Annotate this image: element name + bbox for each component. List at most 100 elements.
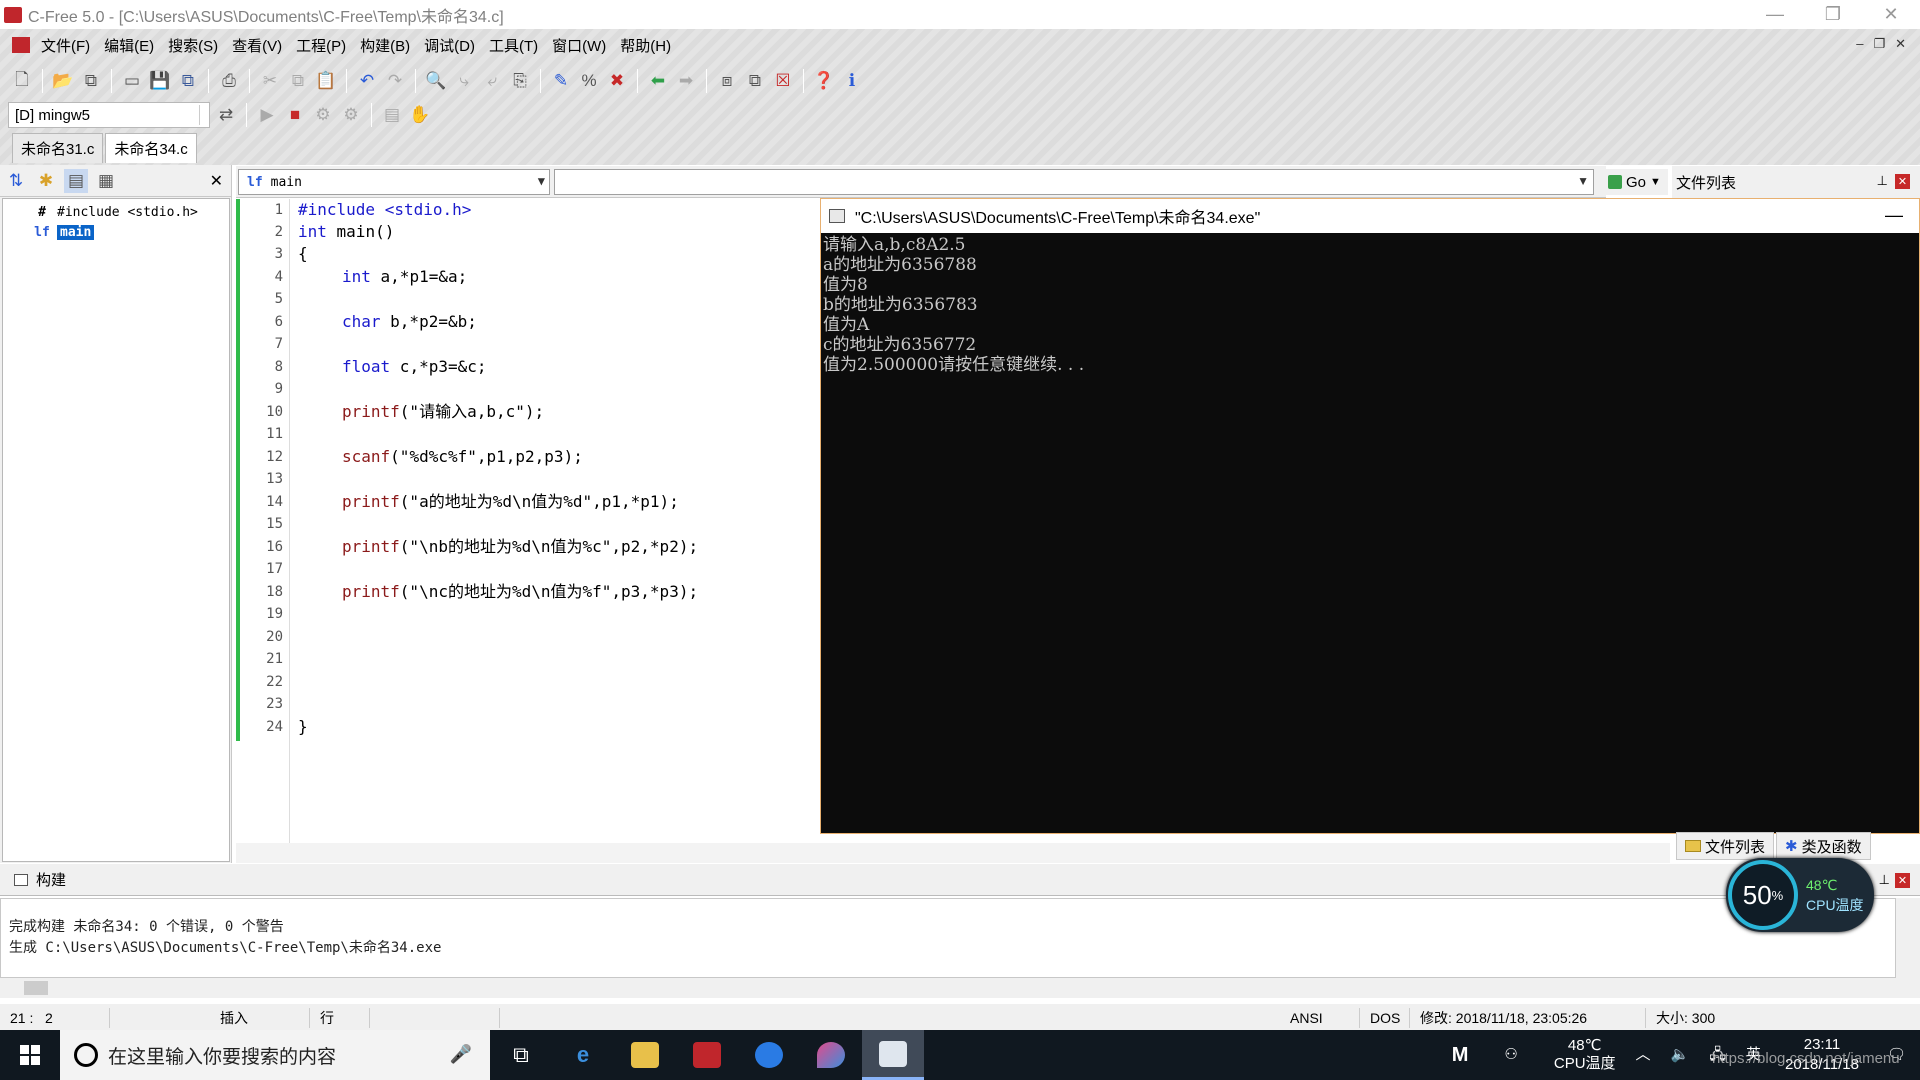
kugou-icon[interactable]	[738, 1030, 800, 1080]
redo-icon[interactable]: ↷	[383, 69, 407, 93]
pin-icon[interactable]: ⊥	[1879, 872, 1890, 888]
tree-item-include[interactable]: # #include <stdio.h>	[33, 203, 198, 221]
print-icon[interactable]: ⎙	[217, 69, 241, 93]
tab-classes-functions[interactable]: ✱ 类及函数	[1776, 832, 1871, 860]
back-icon[interactable]: ⬅	[646, 69, 670, 93]
remove-bookmark-icon[interactable]: ✖	[605, 69, 629, 93]
console-window[interactable]: "C:\Users\ASUS\Documents\C-Free\Temp\未命名…	[820, 198, 1920, 834]
code-text: a,*p1=&a;	[370, 267, 468, 286]
minimize-icon[interactable]: —	[1746, 0, 1804, 29]
class-view-icon[interactable]: ✱	[34, 169, 58, 193]
start-button[interactable]	[0, 1030, 60, 1080]
menu-file[interactable]: 文件(F)	[34, 35, 97, 56]
window-tile-icon[interactable]: ⧈	[715, 69, 739, 93]
new-file-icon[interactable]: 🗋	[10, 69, 34, 93]
find-next-icon[interactable]: ⤷	[452, 69, 476, 93]
close-window-icon[interactable]: ☒	[771, 69, 795, 93]
rebuild-icon[interactable]: ⚙	[339, 103, 363, 127]
save-icon[interactable]: 💾	[148, 69, 172, 93]
editor-horizontal-scrollbar[interactable]	[236, 843, 1670, 863]
undo-icon[interactable]: ↶	[355, 69, 379, 93]
mdi-close-icon[interactable]: ✕	[1895, 36, 1906, 52]
filelist-header: 文件列表 ⊥ ✕	[1672, 166, 1920, 198]
open-folder-icon[interactable]: 📂	[51, 69, 75, 93]
tree-item-main[interactable]: lf main	[33, 223, 95, 241]
menu-project[interactable]: 工程(P)	[289, 35, 353, 56]
cpu-widget[interactable]: 50% 48℃ CPU温度	[1726, 858, 1874, 932]
console-line: b的地址为6356783	[823, 295, 978, 315]
window-cascade-icon[interactable]: ⧉	[743, 69, 767, 93]
console-taskbar-icon[interactable]	[862, 1030, 924, 1080]
debug-icon[interactable]: ▤	[380, 103, 404, 127]
paint-icon[interactable]	[800, 1030, 862, 1080]
open-project-icon[interactable]: ⧉	[79, 69, 103, 93]
menu-build[interactable]: 构建(B)	[353, 35, 417, 56]
menu-search[interactable]: 搜索(S)	[161, 35, 225, 56]
stop-icon[interactable]: ■	[283, 103, 307, 127]
menu-debug[interactable]: 调试(D)	[417, 35, 482, 56]
compiler-config-icon[interactable]: ⇄	[214, 103, 238, 127]
paste-icon[interactable]: 📋	[314, 69, 338, 93]
hand-icon[interactable]: ✋	[408, 103, 432, 127]
menu-window[interactable]: 窗口(W)	[545, 35, 613, 56]
member-combo[interactable]: ▼	[554, 169, 1594, 195]
doc-icon[interactable]	[12, 37, 30, 53]
forward-icon[interactable]: ➡	[674, 69, 698, 93]
code-line: #include <stdio.h>	[298, 200, 472, 219]
code-editor[interactable]: 1 2 3 4 5 6 7 8 9 10 11 12 13 14 15 16 1…	[236, 199, 820, 843]
find-icon[interactable]: 🔍	[424, 69, 448, 93]
go-button[interactable]: Go ▼	[1602, 169, 1668, 195]
microphone-icon[interactable]: 🎤	[450, 1044, 472, 1065]
volume-icon[interactable]: 🔈	[1661, 1046, 1700, 1064]
run-icon[interactable]: ▶	[255, 103, 279, 127]
tray-temp[interactable]: 48℃ CPU温度	[1544, 1037, 1626, 1073]
build-vertical-scrollbar[interactable]	[1896, 898, 1920, 978]
tray-temp-label: CPU温度	[1553, 1055, 1616, 1072]
menu-help[interactable]: 帮助(H)	[613, 35, 678, 56]
format-icon[interactable]: ✎	[549, 69, 573, 93]
restore-icon[interactable]: ❐	[1804, 0, 1862, 29]
copy-icon[interactable]: ⧉	[286, 69, 310, 93]
tab-file-34[interactable]: 未命名34.c	[105, 133, 197, 163]
chevron-up-icon[interactable]: ︿	[1626, 1046, 1661, 1064]
list-view-icon[interactable]: ▤	[64, 168, 88, 193]
find-prev-icon[interactable]: ⤶	[480, 69, 504, 93]
file-explorer-icon[interactable]	[614, 1030, 676, 1080]
menu-tools[interactable]: 工具(T)	[482, 35, 545, 56]
mdi-minimize-icon[interactable]: –	[1856, 36, 1863, 52]
bookmark-icon[interactable]: %	[577, 69, 601, 93]
properties-icon[interactable]: ▦	[94, 169, 118, 193]
help-icon[interactable]: ❓	[812, 69, 836, 93]
function-combo[interactable]: lf main ▼	[238, 169, 550, 195]
search-input[interactable]: 在这里输入你要搜索的内容 🎤	[60, 1030, 490, 1080]
find-in-files-icon[interactable]: ⎘	[508, 69, 532, 93]
sort-icon[interactable]: ⇅	[4, 169, 28, 193]
minimize-icon[interactable]: —	[1885, 205, 1903, 226]
save-all-icon[interactable]: ⧉	[176, 69, 200, 93]
build-horizontal-scrollbar[interactable]	[0, 978, 1920, 998]
close-icon[interactable]: ✕	[1895, 174, 1910, 189]
info-icon[interactable]: ℹ	[840, 69, 864, 93]
cut-icon[interactable]: ✂	[258, 69, 282, 93]
pin-icon[interactable]: ⊥	[1877, 173, 1888, 189]
close-file-icon[interactable]: ▭	[120, 69, 144, 93]
build-icon[interactable]: ⚙	[311, 103, 335, 127]
people-icon[interactable]: ⚇	[1478, 1046, 1543, 1064]
close-icon[interactable]: ✕	[210, 171, 223, 191]
compiler-select[interactable]: [D] mingw5	[8, 102, 210, 128]
close-icon[interactable]: ✕	[1895, 873, 1910, 888]
cortana-icon	[74, 1043, 98, 1067]
close-icon[interactable]: ✕	[1862, 0, 1920, 29]
console-line: a的地址为6356788	[823, 255, 977, 275]
mdi-restore-icon[interactable]: ❐	[1873, 36, 1885, 52]
menu-view[interactable]: 查看(V)	[225, 35, 289, 56]
m-app-icon[interactable]: M	[1442, 1045, 1479, 1065]
cfree-taskbar-icon[interactable]	[676, 1030, 738, 1080]
scroll-thumb[interactable]	[24, 981, 48, 995]
tab-file-list[interactable]: 文件列表	[1676, 832, 1775, 860]
task-view-icon[interactable]: ⧉	[490, 1030, 552, 1080]
menu-edit[interactable]: 编辑(E)	[97, 35, 161, 56]
edge-icon[interactable]: e	[552, 1030, 614, 1080]
tab-file-31[interactable]: 未命名31.c	[12, 133, 104, 163]
build-output[interactable]: 完成构建 未命名34: 0 个错误, 0 个警告 生成 C:\Users\ASU…	[0, 898, 1896, 978]
